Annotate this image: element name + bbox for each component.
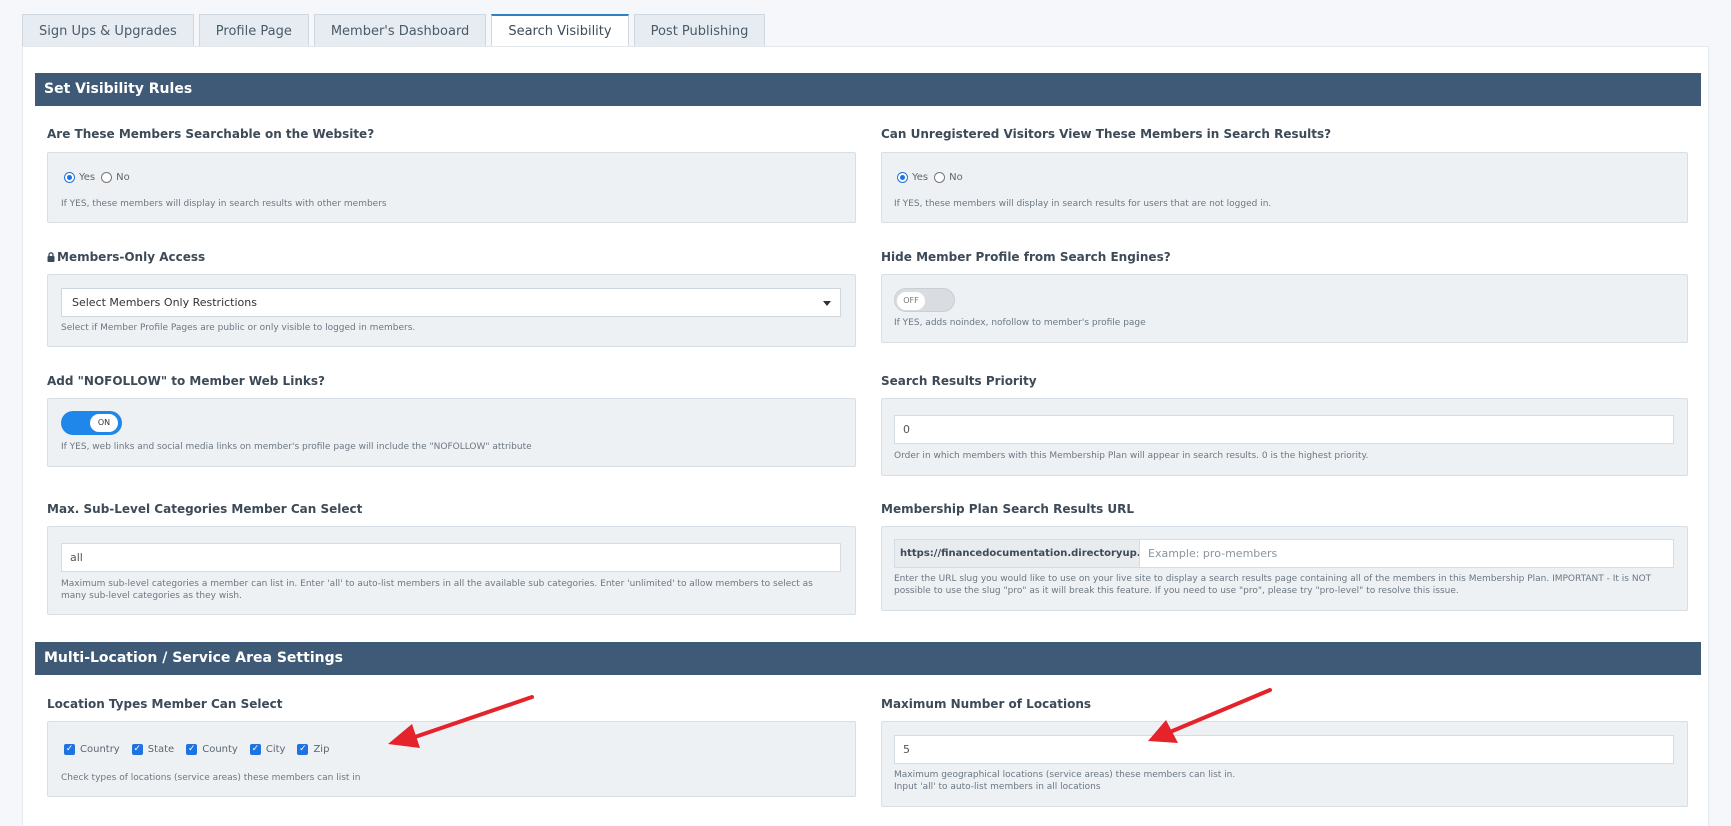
max-locations-well <box>881 721 1688 807</box>
priority-label: Search Results Priority <box>881 374 1037 388</box>
members-only-help: Select if Member Profile Pages are publi… <box>61 323 416 333</box>
section-header-multi-location: Multi-Location / Service Area Settings <box>35 642 1701 675</box>
members-only-label-row: Members-Only Access <box>47 250 205 265</box>
unregistered-yes-radio[interactable] <box>897 172 908 183</box>
priority-help: Order in which members with this Members… <box>894 451 1369 461</box>
searchable-help: If YES, these members will display in se… <box>61 199 387 209</box>
nofollow-toggle[interactable]: ON <box>61 411 122 435</box>
nofollow-well <box>47 398 856 467</box>
tab-search-visibility[interactable]: Search Visibility <box>491 14 629 48</box>
priority-input[interactable]: 0 <box>894 415 1674 444</box>
unregistered-no-label: No <box>949 172 963 183</box>
max-locations-input[interactable]: 5 <box>894 735 1674 764</box>
max-sub-label: Max. Sub-Level Categories Member Can Sel… <box>47 502 363 516</box>
section-header-visibility: Set Visibility Rules <box>35 73 1701 106</box>
hide-profile-label: Hide Member Profile from Search Engines? <box>881 250 1171 264</box>
plan-url-input[interactable]: Example: pro-members <box>1139 539 1674 568</box>
plan-url-label: Membership Plan Search Results URL <box>881 502 1135 516</box>
searchable-no-label: No <box>116 172 130 183</box>
state-checkbox[interactable]: ✓ <box>131 744 143 755</box>
max-sub-help: Maximum sub-level categories a member ca… <box>61 579 813 601</box>
plan-url-placeholder: Example: pro-members <box>1148 547 1278 560</box>
hide-profile-help: If YES, adds noindex, nofollow to member… <box>894 318 1146 328</box>
tab-sign-ups[interactable]: Sign Ups & Upgrades <box>22 14 194 47</box>
unregistered-well <box>881 152 1688 223</box>
zip-label: Zip <box>313 744 330 755</box>
plan-url-help: Enter the URL slug you would like to use… <box>894 574 1652 596</box>
searchable-yes-radio[interactable] <box>64 172 75 183</box>
unregistered-radio-group: Yes No <box>897 172 969 183</box>
state-label: State <box>147 744 175 755</box>
location-types-well <box>47 721 856 797</box>
location-types-label: Location Types Member Can Select <box>47 697 283 711</box>
unregistered-help: If YES, these members will display in se… <box>894 199 1272 209</box>
country-label: Country <box>80 744 120 755</box>
location-types-help: Check types of locations (service areas)… <box>61 773 361 783</box>
members-only-select[interactable]: Select Members Only Restrictions <box>61 288 841 317</box>
country-checkbox[interactable]: ✓ <box>64 744 75 755</box>
searchable-radio-group: Yes No <box>64 172 136 183</box>
zip-checkbox[interactable]: ✓ <box>297 744 309 755</box>
unregistered-no-radio[interactable] <box>934 172 946 183</box>
plan-url-prefix: https://financedocumentation.directoryup… <box>894 539 1167 568</box>
max-locations-label: Maximum Number of Locations <box>881 697 1092 711</box>
max-locations-help-2: Input 'all' to auto-list members in all … <box>894 782 1101 792</box>
searchable-well <box>47 152 856 223</box>
tab-profile-page[interactable]: Profile Page <box>198 14 309 47</box>
nofollow-toggle-knob: ON <box>90 414 118 432</box>
chevron-down-icon <box>823 301 831 306</box>
unregistered-yes-label: Yes <box>912 172 929 183</box>
tab-members-dashboard[interactable]: Member's Dashboard <box>313 14 487 47</box>
location-types-checkbox-group: ✓ Country ✓ State ✓ County ✓ City ✓ Zip <box>64 744 341 755</box>
members-only-label: Members-Only Access <box>57 250 206 264</box>
hide-profile-toggle[interactable]: OFF <box>894 288 955 312</box>
hide-profile-toggle-knob: OFF <box>897 292 925 310</box>
city-label: City <box>265 744 286 755</box>
searchable-label: Are These Members Searchable on the Webs… <box>47 127 375 141</box>
lock-icon <box>47 251 55 265</box>
nofollow-help: If YES, web links and social media links… <box>61 442 532 452</box>
max-sub-input[interactable]: all <box>61 543 841 572</box>
tab-post-publishing[interactable]: Post Publishing <box>633 14 766 47</box>
hide-profile-well <box>881 274 1688 343</box>
searchable-no-radio[interactable] <box>101 172 113 183</box>
unregistered-label: Can Unregistered Visitors View These Mem… <box>881 127 1332 141</box>
max-locations-help-1: Maximum geographical locations (service … <box>894 770 1236 780</box>
searchable-yes-label: Yes <box>79 172 96 183</box>
county-checkbox[interactable]: ✓ <box>186 744 198 755</box>
nofollow-label: Add "NOFOLLOW" to Member Web Links? <box>47 374 325 388</box>
members-only-select-value: Select Members Only Restrictions <box>72 296 257 309</box>
city-checkbox[interactable]: ✓ <box>249 744 261 755</box>
tab-bar: Sign Ups & Upgrades Profile Page Member'… <box>22 14 770 48</box>
county-label: County <box>202 744 238 755</box>
